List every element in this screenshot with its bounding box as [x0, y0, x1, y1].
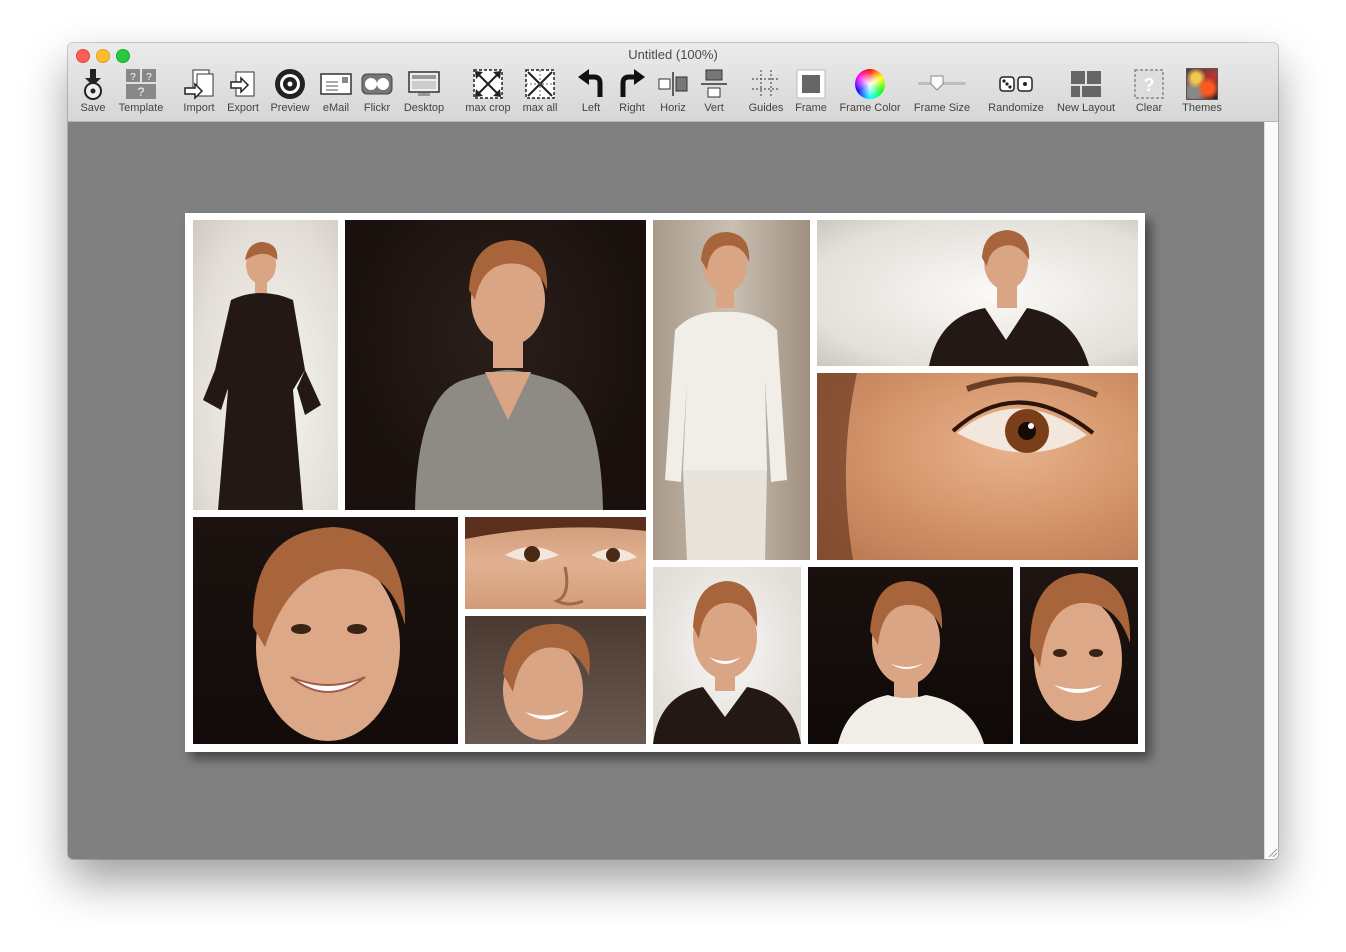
flickr-label: Flickr: [363, 102, 391, 114]
max-all-button[interactable]: max all: [519, 67, 561, 117]
rotate-right-icon: [615, 67, 649, 101]
app-window: Untitled (100%) Save ??? Template Import: [68, 43, 1278, 859]
max-crop-button[interactable]: max crop: [461, 67, 515, 117]
collage-frame: [185, 213, 1145, 752]
photo-eye-closeup[interactable]: [817, 373, 1138, 560]
svg-text:?: ?: [130, 72, 136, 83]
preview-label: Preview: [270, 102, 310, 114]
export-button[interactable]: Export: [223, 67, 263, 117]
guides-icon: [749, 67, 783, 101]
export-icon: [226, 67, 260, 101]
photo-full-length-dark-dress[interactable]: [193, 220, 338, 510]
frame-button[interactable]: Frame: [792, 67, 830, 117]
randomize-label: Randomize: [988, 102, 1044, 114]
save-icon: [76, 67, 110, 101]
guides-label: Guides: [748, 102, 784, 114]
frame-size-label: Frame Size: [913, 102, 971, 114]
preview-button[interactable]: Preview: [268, 67, 312, 117]
desktop-button[interactable]: Desktop: [401, 67, 447, 117]
new-layout-button[interactable]: New Layout: [1054, 67, 1118, 117]
template-icon: ???: [124, 67, 158, 101]
svg-text:?: ?: [146, 72, 152, 83]
rotate-right-button[interactable]: Right: [615, 67, 649, 117]
frame-size-control[interactable]: Frame Size: [910, 67, 974, 117]
photo-dark-top-smile[interactable]: [653, 567, 801, 744]
max-crop-label: max crop: [465, 102, 511, 114]
title-bar: Untitled (100%) Save ??? Template Import: [68, 43, 1278, 122]
themes-label: Themes: [1182, 102, 1222, 114]
frame-color-label: Frame Color: [839, 102, 901, 114]
flip-vertical-label: Vert: [704, 102, 724, 114]
clear-icon: ?: [1132, 67, 1166, 101]
flip-vertical-button[interactable]: Vert: [698, 67, 730, 117]
window-title: Untitled (100%): [628, 47, 718, 62]
flickr-button[interactable]: Flickr: [359, 67, 395, 117]
rotate-left-button[interactable]: Left: [574, 67, 608, 117]
desktop-label: Desktop: [403, 102, 445, 114]
flip-horizontal-button[interactable]: Horiz: [656, 67, 690, 117]
photo-closeup-big-smile[interactable]: [193, 517, 458, 744]
flip-vertical-icon: [697, 67, 731, 101]
flip-horizontal-icon: [656, 67, 690, 101]
svg-text:?: ?: [138, 85, 145, 99]
template-label: Template: [118, 102, 164, 114]
themes-icon: [1185, 67, 1219, 101]
color-wheel-icon: [853, 67, 887, 101]
import-button[interactable]: Import: [180, 67, 218, 117]
photo-portrait-smile-dark[interactable]: [1020, 567, 1138, 744]
clear-button[interactable]: ? Clear: [1131, 67, 1167, 117]
new-layout-icon: [1069, 67, 1103, 101]
resize-grip-icon[interactable]: [1267, 847, 1277, 857]
save-label: Save: [80, 102, 106, 114]
new-layout-label: New Layout: [1056, 102, 1116, 114]
flickr-icon: [360, 67, 394, 101]
desktop-icon: [407, 67, 441, 101]
email-label: eMail: [322, 102, 350, 114]
rotate-right-label: Right: [619, 102, 645, 114]
frame-icon: [794, 67, 828, 101]
max-crop-icon: [471, 67, 505, 101]
rotate-left-icon: [574, 67, 608, 101]
slider-thumb[interactable]: [930, 75, 944, 91]
frame-label: Frame: [795, 102, 827, 114]
email-button[interactable]: eMail: [318, 67, 354, 117]
collage-canvas[interactable]: [68, 122, 1264, 859]
svg-text:?: ?: [1144, 75, 1155, 95]
guides-button[interactable]: Guides: [745, 67, 787, 117]
frame-color-button[interactable]: Frame Color: [835, 67, 905, 117]
photo-white-top-laughing[interactable]: [808, 567, 1013, 744]
photo-grey-vneck-smiling[interactable]: [345, 220, 646, 510]
import-label: Import: [183, 102, 215, 114]
max-all-label: max all: [522, 102, 558, 114]
frame-size-slider[interactable]: [916, 67, 968, 101]
rotate-left-label: Left: [581, 102, 601, 114]
photo-white-outfit-standing[interactable]: [653, 220, 810, 560]
save-button[interactable]: Save: [73, 67, 113, 117]
preview-icon: [273, 67, 307, 101]
clear-label: Clear: [1135, 102, 1163, 114]
photo-dark-top-light-backdrop[interactable]: [817, 220, 1138, 366]
import-icon: [182, 67, 216, 101]
vertical-scrollbar[interactable]: [1264, 122, 1278, 859]
photo-tilted-head-smile[interactable]: [465, 616, 646, 744]
photo-eyes-nose-closeup[interactable]: [465, 517, 646, 609]
export-label: Export: [227, 102, 259, 114]
randomize-button[interactable]: Randomize: [986, 67, 1046, 117]
email-icon: [319, 67, 353, 101]
template-button[interactable]: ??? Template: [116, 67, 166, 117]
max-all-icon: [523, 67, 557, 101]
flip-horizontal-label: Horiz: [660, 102, 686, 114]
themes-button[interactable]: Themes: [1178, 67, 1226, 117]
dice-icon: [999, 67, 1033, 101]
